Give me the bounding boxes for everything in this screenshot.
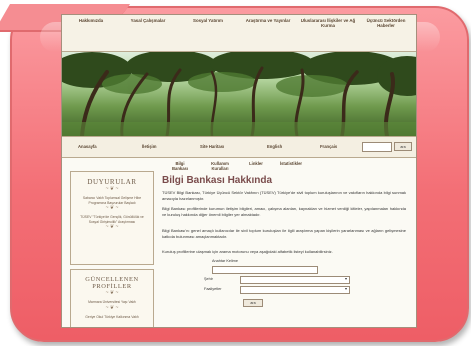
site-search-input[interactable] [362,142,392,152]
nav-item-legal[interactable]: Yasal Çalışmalar [122,18,174,42]
purpose-paragraph: Bilgi Bankası'nı genel amaçlı kullanıcıl… [162,228,406,239]
intro-paragraph: TÜSEV Bilgi Bankası, Türkiye Üçüncü Sekt… [162,190,406,201]
city-select[interactable]: ▾ [240,276,350,284]
header-forest-image [62,52,416,136]
search-submit-button[interactable]: ara [243,299,263,307]
announcements-title: DUYURULAR [87,178,137,186]
keyword-input[interactable] [212,266,318,274]
link-english[interactable]: English [267,144,282,149]
nav-item-social-investment[interactable]: Sosyal Yatırım [182,18,234,42]
secondary-navigation: Anasayfa İletişim Site Haritası English … [62,136,416,158]
updated-profiles-title: GÜNCELLENEN PROFİLLER [85,276,139,290]
webpage-screenshot: Hakkımızda Yasal Çalışmalar Sosyal Yatır… [61,14,417,328]
info-paragraph: Bilgi Bankası profillerinde kurumun ilet… [162,206,406,217]
page-title: Bilgi Bankası Hakkında [162,175,273,186]
activities-select[interactable]: ▾ [240,286,350,294]
nav-item-news[interactable]: Üçüncü Sektörden Haberler [358,18,414,42]
search-intro-text: Kuruluş profillerine ulaşmak için arama … [162,249,333,254]
announcement-item[interactable]: Sabancı Vakfı Toplumsal Gelişme Hibe Pro… [77,196,147,205]
activities-label: Faaliyetler [204,287,222,291]
announcements-box: DUYURULAR ~ ❦ ~ Sabancı Vakfı Toplumsal … [70,171,154,265]
link-contact[interactable]: İletişim [142,144,156,149]
ornament-divider: ~ ❦ ~ [105,186,119,192]
tab-statistics[interactable]: İstatistikler [276,161,306,166]
link-french[interactable]: Français [320,144,337,149]
ornament-divider: ~ ❦ ~ [105,304,119,311]
tab-knowledge-bank[interactable]: Bilgi Bankası [170,161,190,171]
nav-item-research[interactable]: Araştırma ve Yayınlar [240,18,296,42]
forest-illustration [62,52,416,136]
link-sitemap[interactable]: Site Haritası [200,144,224,149]
nav-item-international[interactable]: Uluslararası İlişkiler ve Ağ Kurma [300,18,356,42]
tab-terms-of-use[interactable]: Kullanım Kuralları [206,161,234,171]
chevron-down-icon: ▾ [344,286,347,291]
updated-profiles-box: GÜNCELLENEN PROFİLLER ~ ❦ ~ Marmara Üniv… [70,269,154,327]
announcement-item[interactable]: TÜSEV "Türkiye'de Gençlik, Gönüllülük ve… [77,215,147,224]
site-search-button[interactable]: ara [394,142,412,151]
city-label: Şehir [204,277,213,281]
profile-item[interactable]: Geriye Okul Türkiye Kalkınma Vakfı [77,315,147,320]
ornament-divider: ~ ❦ ~ [105,224,119,230]
nav-item-about[interactable]: Hakkımızda [65,18,117,42]
ornament-divider: ~ ❦ ~ [105,290,119,296]
top-navigation: Hakkımızda Yasal Çalışmalar Sosyal Yatır… [62,15,416,52]
tab-links[interactable]: Linkler [246,161,266,166]
link-home[interactable]: Anasayfa [78,144,97,149]
keyword-label: Anahtar Kelime [212,259,238,263]
ornament-divider: ~ ❦ ~ [105,205,119,211]
chevron-down-icon: ▾ [344,276,347,281]
